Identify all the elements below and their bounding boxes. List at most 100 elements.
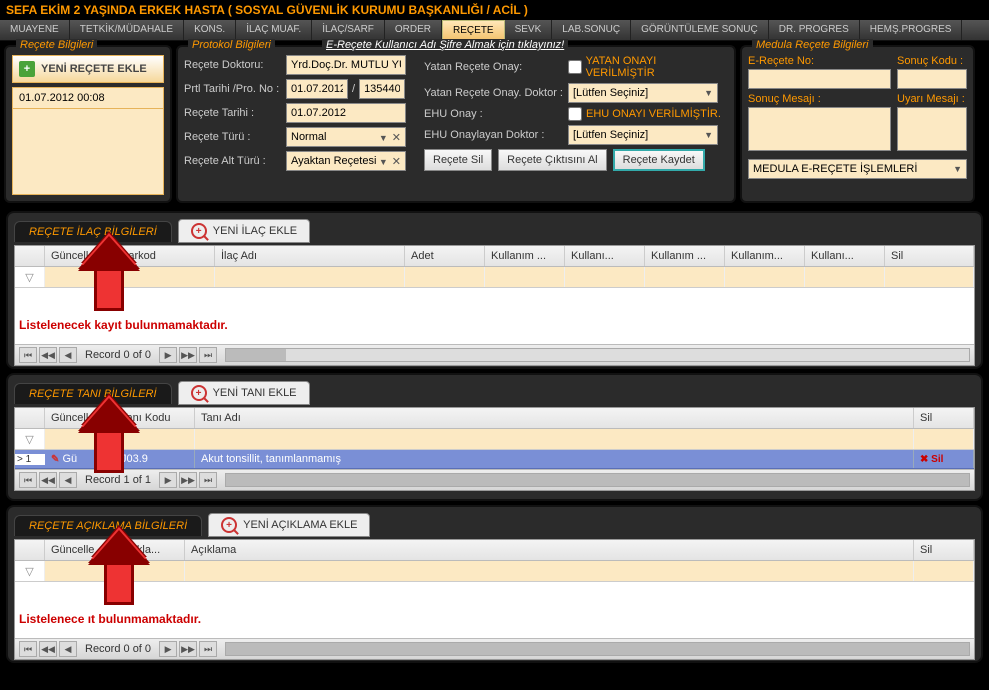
erecete-link[interactable]: E-Reçete Kullanıcı Adı Şifre Almak için … bbox=[322, 39, 568, 51]
recete-cikti-button[interactable]: Reçete Çıktısını Al bbox=[498, 149, 606, 171]
ehu-checkbox[interactable] bbox=[568, 107, 582, 121]
col-guncelle[interactable]: Güncelle bbox=[45, 408, 115, 428]
prtl-no-input[interactable] bbox=[359, 79, 405, 99]
hscroll[interactable] bbox=[225, 642, 970, 656]
filter-cell[interactable] bbox=[45, 429, 115, 449]
pager-next[interactable]: ▶ bbox=[159, 347, 177, 363]
filter-icon[interactable]: ▽ bbox=[15, 561, 45, 581]
delete-icon[interactable]: ✖ Sil bbox=[920, 454, 943, 465]
col-k3[interactable]: Kullanım ... bbox=[645, 246, 725, 266]
filter-cell[interactable] bbox=[185, 561, 914, 581]
yatan-doktor-select[interactable]: [Lütfen Seçiniz]▼ bbox=[568, 83, 718, 103]
col-adet[interactable]: Adet bbox=[405, 246, 485, 266]
filter-cell[interactable] bbox=[45, 267, 115, 287]
pager-first[interactable]: ⏮ bbox=[19, 347, 37, 363]
pager-nextpage[interactable]: ▶▶ bbox=[179, 347, 197, 363]
recete-date-item[interactable]: 01.07.2012 00:08 bbox=[12, 87, 164, 109]
yeni-aciklama-ekle-button[interactable]: +YENİ AÇIKLAMA EKLE bbox=[208, 513, 370, 537]
yeni-recete-ekle-button[interactable]: + YENİ REÇETE EKLE bbox=[12, 55, 164, 83]
pager-prev[interactable]: ◀ bbox=[59, 641, 77, 657]
ehu-doktor-select[interactable]: [Lütfen Seçiniz]▼ bbox=[568, 125, 718, 145]
hscroll[interactable] bbox=[225, 473, 970, 487]
pager-nextpage[interactable]: ▶▶ bbox=[179, 472, 197, 488]
tab-ilacmuaf[interactable]: İLAÇ MUAF. bbox=[236, 20, 312, 40]
pager-first[interactable]: ⏮ bbox=[19, 641, 37, 657]
filter-cell[interactable] bbox=[645, 267, 725, 287]
tani-tab[interactable]: REÇETE TANI BİLGİLERİ bbox=[14, 383, 172, 404]
tarih-input[interactable] bbox=[286, 103, 406, 123]
col-guncelle[interactable]: Güncelle bbox=[45, 246, 115, 266]
pager-last[interactable]: ⏭ bbox=[199, 347, 217, 363]
filter-cell[interactable] bbox=[45, 561, 115, 581]
filter-cell[interactable] bbox=[725, 267, 805, 287]
pager-next[interactable]: ▶ bbox=[159, 472, 177, 488]
tab-kons[interactable]: KONS. bbox=[184, 20, 236, 40]
filter-cell[interactable] bbox=[115, 267, 215, 287]
tab-hemsprogres[interactable]: HEMŞ.PROGRES bbox=[860, 20, 963, 40]
aciklama-tab[interactable]: REÇETE AÇIKLAMA BİLGİLERİ bbox=[14, 515, 202, 536]
pager-prevpage[interactable]: ◀◀ bbox=[39, 641, 57, 657]
col-k4[interactable]: Kullanım... bbox=[725, 246, 805, 266]
pager-prevpage[interactable]: ◀◀ bbox=[39, 472, 57, 488]
tab-muayene[interactable]: MUAYENE bbox=[0, 20, 70, 40]
tab-labsonuc[interactable]: LAB.SONUÇ bbox=[552, 20, 631, 40]
pager-last[interactable]: ⏭ bbox=[199, 472, 217, 488]
filter-cell[interactable] bbox=[405, 267, 485, 287]
pager-next[interactable]: ▶ bbox=[159, 641, 177, 657]
filter-cell[interactable] bbox=[914, 561, 974, 581]
medula-islemleri-dropdown[interactable]: MEDULA E-REÇETE İŞLEMLERİ▼ bbox=[748, 159, 967, 179]
tab-order[interactable]: ORDER bbox=[385, 20, 442, 40]
pager-prev[interactable]: ◀ bbox=[59, 472, 77, 488]
recete-kaydet-button[interactable]: Reçete Kaydet bbox=[613, 149, 705, 171]
col-taniadi[interactable]: Tanı Adı bbox=[195, 408, 914, 428]
col-tanikodu[interactable]: Tanı Kodu bbox=[115, 408, 195, 428]
pager-last[interactable]: ⏭ bbox=[199, 641, 217, 657]
pager-prevpage[interactable]: ◀◀ bbox=[39, 347, 57, 363]
pager-prev[interactable]: ◀ bbox=[59, 347, 77, 363]
pager-first[interactable]: ⏮ bbox=[19, 472, 37, 488]
filter-icon[interactable]: ▽ bbox=[15, 429, 45, 449]
filter-cell[interactable] bbox=[914, 429, 974, 449]
filter-cell[interactable] bbox=[805, 267, 885, 287]
prtl-date-input[interactable] bbox=[286, 79, 348, 99]
col-aciktype[interactable]: Açıkla... bbox=[115, 540, 185, 560]
col-sil[interactable]: Sil bbox=[914, 408, 974, 428]
turu-select[interactable]: Normal▼✕ bbox=[286, 127, 406, 147]
tab-ilacsarf[interactable]: İLAÇ/SARF bbox=[312, 20, 385, 40]
filter-cell[interactable] bbox=[565, 267, 645, 287]
col-k2[interactable]: Kullanı... bbox=[565, 246, 645, 266]
clear-icon[interactable]: ✕ bbox=[392, 156, 401, 168]
altturu-select[interactable]: Ayaktan Reçetesi▼✕ bbox=[286, 151, 406, 171]
tab-sevk[interactable]: SEVK bbox=[505, 20, 553, 40]
col-ilacadi[interactable]: İlaç Adı bbox=[215, 246, 405, 266]
tab-goruntu[interactable]: GÖRÜNTÜLEME SONUÇ bbox=[631, 20, 769, 40]
col-guncelle[interactable]: Güncelle bbox=[45, 540, 115, 560]
filter-cell[interactable] bbox=[485, 267, 565, 287]
tab-drprogres[interactable]: DR. PROGRES bbox=[769, 20, 860, 40]
yeni-tani-ekle-button[interactable]: +YENİ TANI EKLE bbox=[178, 381, 310, 405]
col-k1[interactable]: Kullanım ... bbox=[485, 246, 565, 266]
yatan-checkbox[interactable] bbox=[568, 60, 582, 74]
yeni-ilac-ekle-button[interactable]: +YENİ İLAÇ EKLE bbox=[178, 219, 310, 243]
col-k5[interactable]: Kullanı... bbox=[805, 246, 885, 266]
filter-icon[interactable]: ▽ bbox=[15, 267, 45, 287]
col-sil[interactable]: Sil bbox=[914, 540, 974, 560]
filter-cell[interactable] bbox=[115, 429, 195, 449]
ilac-tab[interactable]: REÇETE İLAÇ BİLGİLERİ bbox=[14, 221, 172, 242]
col-sil[interactable]: Sil bbox=[885, 246, 974, 266]
filter-cell[interactable] bbox=[115, 561, 185, 581]
tab-recete[interactable]: REÇETE bbox=[442, 20, 505, 40]
clear-icon[interactable]: ✕ bbox=[392, 132, 401, 144]
filter-cell[interactable] bbox=[215, 267, 405, 287]
recete-sil-button[interactable]: Reçete Sil bbox=[424, 149, 492, 171]
filter-cell[interactable] bbox=[885, 267, 974, 287]
tani-row[interactable]: > 1 ✎ Gü J03.9 Akut tonsillit, tanımlanm… bbox=[15, 450, 974, 469]
col-aciklama[interactable]: Açıklama bbox=[185, 540, 914, 560]
pager-nextpage[interactable]: ▶▶ bbox=[179, 641, 197, 657]
hscroll[interactable] bbox=[225, 348, 970, 362]
col-barkod[interactable]: Barkod bbox=[115, 246, 215, 266]
edit-icon[interactable]: ✎ bbox=[51, 454, 59, 465]
filter-cell[interactable] bbox=[195, 429, 914, 449]
doktor-input[interactable] bbox=[286, 55, 406, 75]
tab-tetkik[interactable]: TETKİK/MÜDAHALE bbox=[70, 20, 184, 40]
